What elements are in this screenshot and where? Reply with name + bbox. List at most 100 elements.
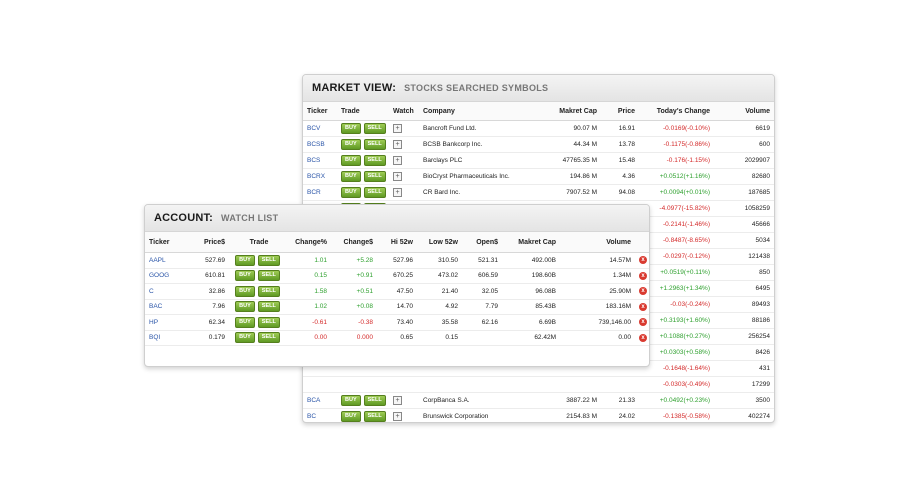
buy-button[interactable]: BUY <box>235 285 255 297</box>
ticker-link[interactable]: HP <box>145 314 187 331</box>
account-subtitle: WATCH LIST <box>221 213 279 223</box>
sell-button[interactable]: SELL <box>363 411 386 422</box>
watch-cell: + <box>389 120 419 137</box>
remove-icon[interactable]: x <box>639 271 647 280</box>
add-watch-icon[interactable]: + <box>393 156 402 165</box>
volume: 6619 <box>714 120 774 137</box>
sell-button[interactable]: SELL <box>257 254 280 266</box>
volume: 6495 <box>714 280 774 297</box>
buy-button[interactable]: BUY <box>235 332 255 344</box>
volume: 14.57M <box>560 252 635 269</box>
ticker-link[interactable]: AAPL <box>145 252 187 269</box>
remove-icon[interactable]: x <box>639 302 647 311</box>
trade-cell <box>337 376 389 393</box>
market-cap: 198.60B <box>502 268 560 284</box>
sell-button[interactable]: SELL <box>363 171 386 182</box>
watch-cell: + <box>389 392 419 409</box>
volume: 17299 <box>714 376 774 393</box>
change-percent: 1.02 <box>289 299 331 315</box>
market-cap: 47765.35 M <box>544 152 601 169</box>
remove-cell: x <box>635 252 649 269</box>
buy-button[interactable]: BUY <box>235 301 255 313</box>
add-watch-icon[interactable]: + <box>393 172 402 181</box>
sell-button[interactable]: SELL <box>363 155 386 166</box>
buy-button[interactable]: BUY <box>341 187 361 198</box>
volume: 431 <box>714 360 774 377</box>
market-cap: 3887.22 M <box>544 392 601 409</box>
volume: 82680 <box>714 168 774 185</box>
hi-52w: 527.96 <box>377 252 417 269</box>
buy-button[interactable]: BUY <box>341 411 361 422</box>
market-row: BCSB BUY SELL + BCSB Bankcorp Inc. 44.34 M 13.… <box>303 136 774 153</box>
watch-col-change-: Change$ <box>331 232 377 253</box>
todays-change: +0.1088(+0.27%) <box>639 328 714 345</box>
watch-row: C 32.86 BUY SELL 1.58 +0.51 47.50 21.40 32.05 96.… <box>145 283 649 300</box>
sell-button[interactable]: SELL <box>257 301 280 313</box>
todays-change: -0.1648(-1.64%) <box>639 360 714 377</box>
ticker-link[interactable]: BAC <box>145 299 187 315</box>
watch-cell: + <box>389 184 419 201</box>
todays-change: -0.176(-1.15%) <box>639 152 714 169</box>
change-percent: 1.58 <box>289 283 331 300</box>
add-watch-icon[interactable]: + <box>393 124 402 133</box>
add-watch-icon[interactable]: + <box>393 396 402 405</box>
buy-button[interactable]: BUY <box>235 316 255 328</box>
remove-icon[interactable]: x <box>639 318 647 327</box>
buy-button[interactable]: BUY <box>235 270 255 282</box>
buy-button[interactable]: BUY <box>341 139 361 150</box>
buy-button[interactable]: BUY <box>341 123 361 134</box>
ticker-link[interactable]: BQI <box>145 330 187 346</box>
add-watch-icon[interactable]: + <box>393 140 402 149</box>
add-watch-icon[interactable]: + <box>393 188 402 197</box>
todays-change: -0.8487(-8.65%) <box>639 232 714 249</box>
sell-button[interactable]: SELL <box>257 285 280 297</box>
remove-icon[interactable]: x <box>639 256 647 265</box>
company-name: CorpBanca S.A. <box>419 392 544 409</box>
remove-cell: x <box>635 283 649 300</box>
remove-icon[interactable]: x <box>639 333 647 342</box>
watch-list-table: Ticker Price$ Trade Change% Change$ Hi 52w Low… <box>145 232 649 346</box>
remove-icon[interactable]: x <box>639 287 647 296</box>
ticker-link[interactable]: BCS <box>303 152 337 169</box>
add-watch-icon[interactable]: + <box>393 412 402 421</box>
ticker-link[interactable]: C <box>145 283 187 300</box>
price: 15.48 <box>601 152 639 169</box>
volume: 45666 <box>714 216 774 233</box>
volume: 2029907 <box>714 152 774 169</box>
buy-button[interactable]: BUY <box>341 155 361 166</box>
company-name: BioCryst Pharmaceuticals Inc. <box>419 168 544 185</box>
buy-button[interactable]: BUY <box>341 171 361 182</box>
ticker-link[interactable]: GOOG <box>145 268 187 284</box>
market-col-today-s-change: Today's Change <box>639 102 714 121</box>
open-price <box>462 330 502 346</box>
change-dollar: 0.000 <box>331 330 377 346</box>
sell-button[interactable]: SELL <box>363 395 386 406</box>
watch-cell <box>389 376 419 393</box>
price: 527.69 <box>187 252 229 269</box>
sell-button[interactable]: SELL <box>363 139 386 150</box>
buy-button[interactable]: BUY <box>235 254 255 266</box>
sell-button[interactable]: SELL <box>257 316 280 328</box>
market-cap: 85.43B <box>502 299 560 315</box>
market-view-header: MARKET VIEW: STOCKS SEARCHED SYMBOLS <box>303 75 774 102</box>
watch-cell: + <box>389 152 419 169</box>
market-cap: 6.69B <box>502 314 560 331</box>
ticker-link[interactable]: BCSB <box>303 136 337 153</box>
volume: 5034 <box>714 232 774 249</box>
ticker-link[interactable]: BCV <box>303 120 337 137</box>
ticker-link[interactable]: BCRX <box>303 168 337 185</box>
volume: 25.90M <box>560 283 635 300</box>
todays-change: -0.1385(-0.58%) <box>639 408 714 422</box>
volume: 1.34M <box>560 268 635 284</box>
sell-button[interactable]: SELL <box>257 270 280 282</box>
sell-button[interactable]: SELL <box>363 187 386 198</box>
volume: 121438 <box>714 248 774 265</box>
ticker-link[interactable]: BCA <box>303 392 337 409</box>
trade-cell: BUYSELL <box>229 283 289 300</box>
ticker-link[interactable]: BC <box>303 408 337 422</box>
sell-button[interactable]: SELL <box>257 332 280 344</box>
sell-button[interactable]: SELL <box>363 123 386 134</box>
buy-button[interactable]: BUY <box>341 395 361 406</box>
ticker-link[interactable]: BCR <box>303 184 337 201</box>
trade-cell: BUYSELL <box>337 392 389 409</box>
